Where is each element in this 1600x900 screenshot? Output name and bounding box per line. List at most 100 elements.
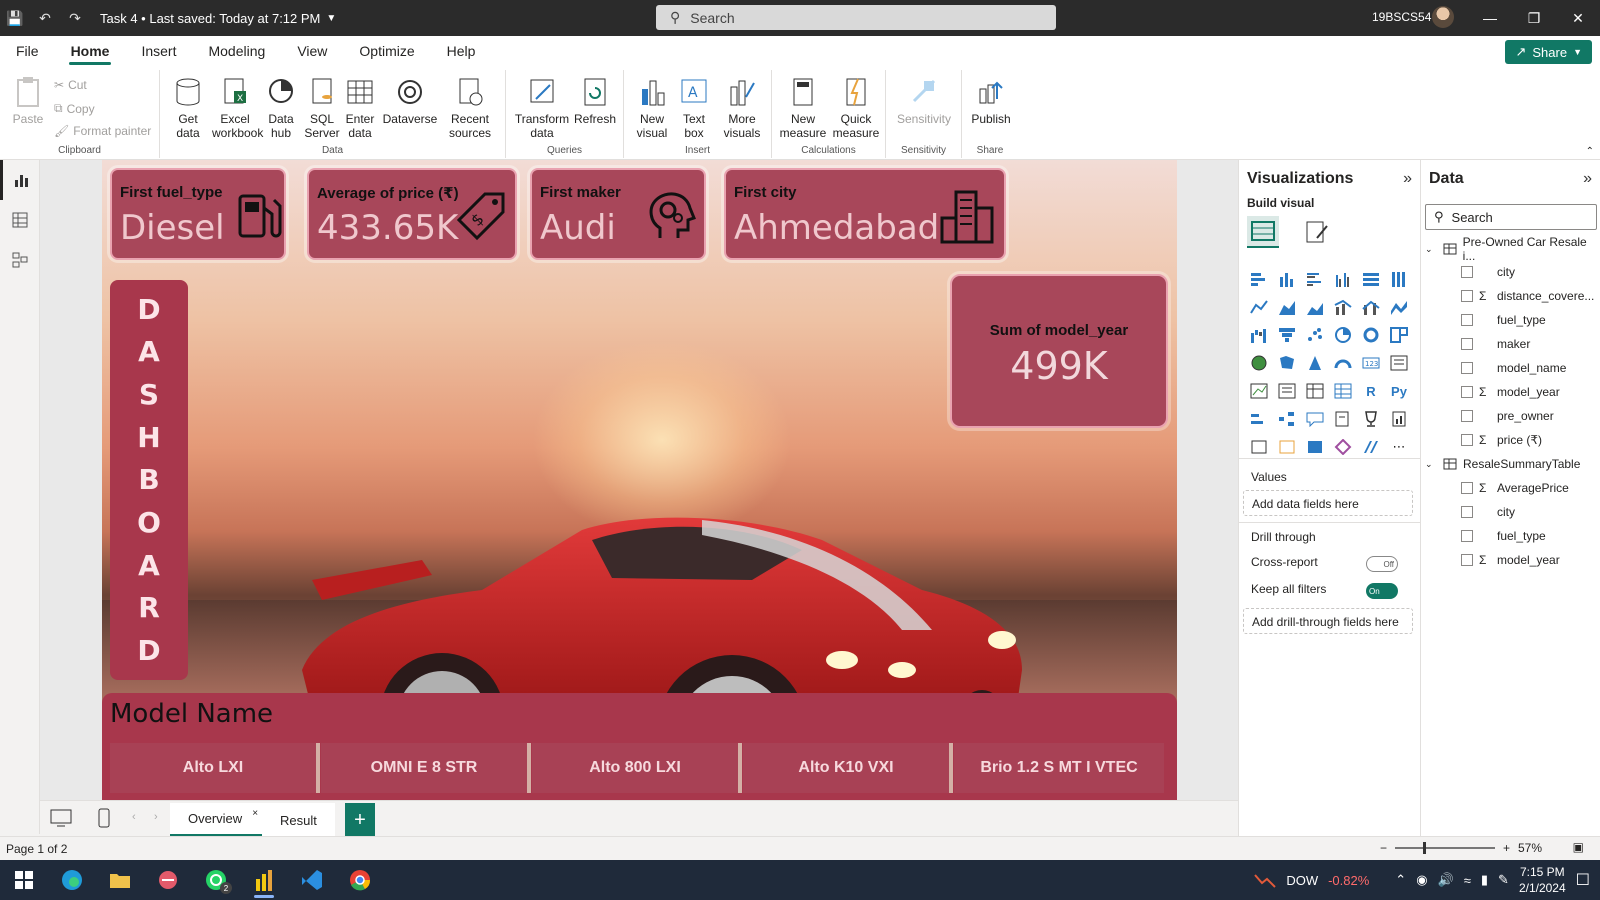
treemap-icon[interactable] [1387, 324, 1411, 346]
enter-data-button[interactable]: Enter data [340, 76, 380, 140]
field-checkbox[interactable] [1461, 266, 1473, 278]
field-checkbox[interactable] [1461, 362, 1473, 374]
field-checkbox[interactable] [1461, 290, 1473, 302]
menu-optimize[interactable]: Optimize [343, 36, 430, 66]
snipping-app[interactable] [144, 860, 192, 900]
minimize-icon[interactable]: — [1468, 0, 1512, 36]
redo-icon[interactable]: ↷ [60, 0, 90, 36]
close-icon[interactable]: ✕ [1556, 0, 1600, 36]
camera-icon[interactable]: ◉ [1416, 872, 1427, 888]
cross-report-toggle[interactable]: Off [1366, 556, 1398, 572]
model-view-icon[interactable] [0, 240, 40, 280]
kpi-card-average-price[interactable]: Average of price (₹) 433.65K $ [307, 168, 517, 260]
kpi-card-fuel-type[interactable]: First fuel_type Diesel [110, 168, 286, 260]
power-apps-icon[interactable] [1247, 436, 1271, 458]
values-drop-well[interactable]: Add data fields here [1243, 490, 1413, 516]
close-icon[interactable]: × [252, 808, 258, 819]
more-options-icon[interactable]: ⋯ [1387, 436, 1411, 458]
collapse-pane-icon[interactable]: » [1403, 170, 1412, 188]
table-view-icon[interactable] [0, 200, 40, 240]
field-checkbox[interactable] [1461, 554, 1473, 566]
whatsapp-app[interactable]: 2 [192, 860, 240, 900]
table-node[interactable]: ⌄ ResaleSummaryTable [1421, 453, 1600, 475]
chrome-app[interactable] [336, 860, 384, 900]
field-row[interactable]: fuel_type [1421, 309, 1600, 331]
next-page-icon[interactable]: › [154, 811, 158, 823]
field-checkbox[interactable] [1461, 338, 1473, 350]
kpi-card-sum-model-year[interactable]: Sum of model_year 499K [950, 274, 1168, 428]
donut-chart-icon[interactable] [1359, 324, 1383, 346]
line-chart-icon[interactable] [1247, 296, 1271, 318]
field-row[interactable]: maker [1421, 333, 1600, 355]
sensitivity-button[interactable]: Sensitivity [892, 76, 956, 126]
field-checkbox[interactable] [1461, 410, 1473, 422]
power-automate-icon[interactable] [1275, 436, 1299, 458]
decomposition-tree-icon[interactable] [1275, 408, 1299, 430]
transform-data-button[interactable]: Transform data [514, 76, 570, 140]
field-row[interactable]: model_name [1421, 357, 1600, 379]
file-explorer-app[interactable] [96, 860, 144, 900]
stacked-area-chart-icon[interactable] [1303, 296, 1327, 318]
kpi-card-first-city[interactable]: First city Ahmedabad [724, 168, 1006, 260]
kpi-icon[interactable] [1247, 380, 1271, 402]
field-row[interactable]: city [1421, 261, 1600, 283]
new-measure-button[interactable]: New measure [778, 76, 828, 140]
ribbon-chart-icon[interactable] [1387, 296, 1411, 318]
get-data-button[interactable]: Get data [168, 76, 208, 140]
field-checkbox[interactable] [1461, 314, 1473, 326]
chevron-up-icon[interactable]: ⌃ [1395, 872, 1406, 888]
share-button[interactable]: ↗ Share ▼ [1505, 40, 1592, 64]
key-influencers-icon[interactable] [1247, 408, 1271, 430]
map-icon[interactable] [1247, 352, 1271, 374]
clustered-column-chart-icon[interactable] [1331, 268, 1355, 290]
pen-icon[interactable]: ✎ [1498, 872, 1509, 888]
100-bar-chart-icon[interactable] [1359, 268, 1383, 290]
field-checkbox[interactable] [1461, 434, 1473, 446]
power-bi-visual-icon[interactable] [1303, 436, 1327, 458]
notifications-icon[interactable]: ☐ [1576, 870, 1590, 890]
paste-button[interactable]: Paste [8, 76, 48, 126]
menu-home[interactable]: Home [55, 36, 126, 66]
funnel-chart-icon[interactable] [1275, 324, 1299, 346]
table-node[interactable]: ⌄ Pre-Owned Car Resale i... [1421, 235, 1600, 263]
field-checkbox[interactable] [1461, 386, 1473, 398]
quick-measure-button[interactable]: Quick measure [830, 76, 882, 140]
menu-modeling[interactable]: Modeling [192, 36, 281, 66]
build-visual-tab[interactable] [1247, 216, 1279, 248]
100-column-chart-icon[interactable] [1387, 268, 1411, 290]
avatar[interactable] [1432, 6, 1454, 28]
field-row[interactable]: Σprice (₹) [1421, 429, 1600, 451]
data-hub-button[interactable]: Data hub [260, 76, 302, 140]
chevron-down-icon[interactable]: ▼ [326, 13, 336, 24]
clustered-bar-chart-icon[interactable] [1303, 268, 1327, 290]
restore-icon[interactable]: ❐ [1512, 0, 1556, 36]
format-painter-button[interactable]: 🖌 Format painter [54, 124, 151, 138]
field-row[interactable]: city [1421, 501, 1600, 523]
dataverse-button[interactable]: Dataverse [382, 76, 438, 126]
filled-map-icon[interactable] [1275, 352, 1299, 374]
waterfall-chart-icon[interactable] [1247, 324, 1271, 346]
field-checkbox[interactable] [1461, 530, 1473, 542]
speaker-icon[interactable]: 🔊 [1438, 872, 1454, 888]
excel-workbook-button[interactable]: X Excel workbook [212, 76, 263, 140]
save-icon[interactable]: 💾 [0, 0, 30, 36]
new-visual-button[interactable]: New visual [632, 76, 672, 140]
slicer-item[interactable]: Alto LXI [110, 743, 320, 793]
paginated-report-icon[interactable] [1387, 408, 1411, 430]
drill-through-drop-well[interactable]: Add drill-through fields here [1243, 608, 1413, 634]
keep-all-filters-toggle[interactable]: On [1366, 583, 1398, 599]
azure-map-icon[interactable] [1303, 352, 1327, 374]
matrix-icon[interactable] [1331, 380, 1355, 402]
stacked-column-chart-icon[interactable] [1275, 268, 1299, 290]
line-column-chart-icon[interactable] [1331, 296, 1355, 318]
multi-row-card-icon[interactable] [1387, 352, 1411, 374]
mobile-layout-icon[interactable] [98, 808, 110, 831]
menu-help[interactable]: Help [431, 36, 492, 66]
start-button[interactable] [0, 860, 48, 900]
card-icon[interactable]: 123 [1359, 352, 1383, 374]
slicer-item[interactable]: Alto 800 LXI [532, 743, 742, 793]
stacked-bar-chart-icon[interactable] [1247, 268, 1271, 290]
add-page-button[interactable]: + [345, 803, 375, 837]
sql-server-button[interactable]: SQL Server [302, 76, 342, 140]
battery-icon[interactable]: ▮ [1481, 872, 1488, 888]
